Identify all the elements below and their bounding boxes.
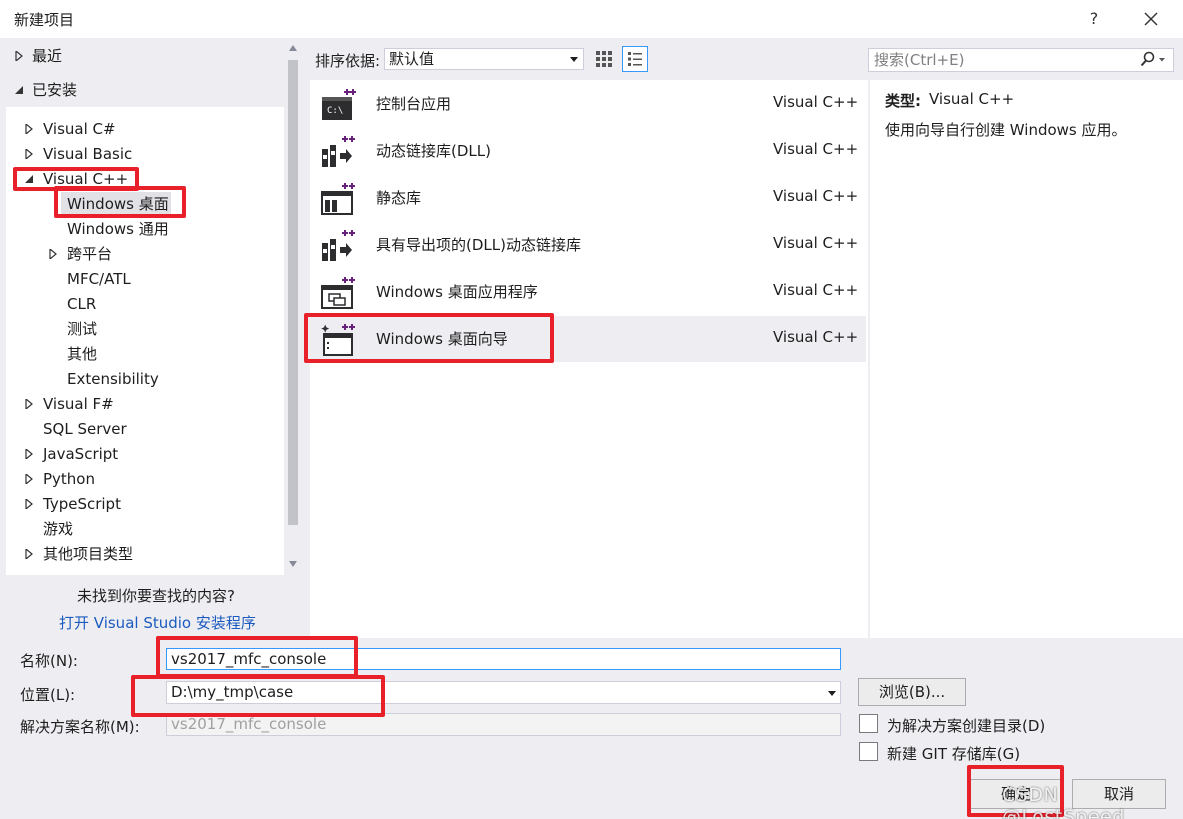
tree-label: Visual C# [43, 120, 116, 138]
tree-label: JavaScript [43, 445, 119, 463]
annotation-box-windows-desktop [54, 186, 186, 218]
open-installer-link[interactable]: 打开 Visual Studio 安装程序 [59, 612, 256, 633]
template-name: 静态库 [376, 189, 422, 207]
git-repo-label[interactable]: 新建 GIT 存储库(G) [887, 743, 1020, 764]
tree-label: 游戏 [43, 520, 74, 538]
collapse-arrow-icon [15, 86, 23, 94]
tree-item-mfc-atl[interactable]: MFC/ATL [67, 267, 131, 291]
tree-label: Visual F# [43, 395, 114, 413]
tree-item-extensibility[interactable]: Extensibility [67, 367, 159, 391]
description-type-label: 类型: [885, 92, 921, 110]
window-title: 新建项目 [14, 11, 75, 29]
template-language: Visual C++ [773, 234, 859, 252]
sort-dropdown[interactable]: 默认值 [384, 48, 584, 70]
scroll-up-icon[interactable] [288, 44, 298, 52]
list-view-button[interactable] [622, 46, 648, 72]
solution-name-value: vs2017_mfc_console [171, 715, 327, 733]
annotation-box-location [131, 675, 385, 717]
watermark: CSDN @LostSpeed [1002, 784, 1125, 819]
tree-label: Python [43, 470, 95, 488]
dropdown-arrow-icon[interactable] [828, 691, 836, 696]
list-view-icon [628, 52, 642, 66]
nav-scroll-thumb[interactable] [288, 60, 298, 525]
template-row-dll-exports[interactable]: 具有导出项的(DLL)动态链接库 Visual C++ [310, 222, 866, 268]
close-button[interactable] [1138, 6, 1164, 32]
annotation-box-desktop-wizard [304, 313, 554, 363]
sort-label: 排序依据: [315, 52, 381, 70]
tree-item-windows-universal[interactable]: Windows 通用 [67, 217, 169, 241]
template-row-desktop-app[interactable]: Windows 桌面应用程序 Visual C++ [310, 269, 866, 315]
grid-view-icon [596, 51, 612, 67]
name-label: 名称(N): [20, 652, 78, 670]
tree-item-clr[interactable]: CLR [67, 292, 96, 316]
dropdown-arrow-icon[interactable] [570, 57, 578, 62]
nav-recent-label: 最近 [32, 47, 63, 65]
template-name: Windows 桌面应用程序 [376, 283, 538, 301]
tree-item-other[interactable]: 其他 [67, 342, 97, 366]
search-button[interactable] [1140, 51, 1165, 69]
help-button[interactable]: ? [1082, 6, 1106, 32]
tree-label: Extensibility [67, 370, 159, 388]
description-panel [870, 80, 1183, 638]
tree-label: 测试 [67, 320, 98, 338]
tree-item-games[interactable]: 游戏 [43, 517, 73, 541]
template-row-static-lib[interactable]: 静态库 Visual C++ [310, 175, 866, 221]
tree-label: MFC/ATL [67, 270, 131, 288]
template-language: Visual C++ [773, 281, 859, 299]
description-type-value: Visual C++ [929, 90, 1015, 108]
expand-arrow-icon [15, 51, 23, 61]
tree-label: Visual Basic [43, 145, 133, 163]
annotation-box-project-name [156, 636, 358, 678]
tree-label: TypeScript [43, 495, 121, 513]
tree-item-test[interactable]: 测试 [67, 317, 97, 341]
static-lib-icon [321, 183, 355, 215]
template-name: 具有导出项的(DLL)动态链接库 [376, 236, 581, 254]
close-icon [1144, 12, 1158, 26]
create-directory-label[interactable]: 为解决方案创建目录(D) [887, 715, 1045, 736]
tree-item-sql-server[interactable]: SQL Server [43, 417, 127, 441]
expand-arrow-icon [25, 549, 33, 559]
expand-arrow-icon [25, 499, 33, 509]
tree-label: CLR [67, 295, 97, 313]
svg-text:C:\: C:\ [327, 106, 343, 116]
sort-value: 默认值 [389, 50, 435, 68]
template-row-dll[interactable]: 动态链接库(DLL) Visual C++ [310, 128, 866, 174]
git-repo-checkbox[interactable] [859, 742, 878, 761]
location-label: 位置(L): [20, 686, 76, 704]
template-name: 动态链接库(DLL) [376, 142, 491, 160]
expand-arrow-icon [25, 474, 33, 484]
not-found-text: 未找到你要查找的内容? [77, 587, 235, 605]
expand-arrow-icon [49, 249, 57, 259]
search-icon [1140, 51, 1165, 67]
expand-arrow-icon [25, 399, 33, 409]
create-directory-checkbox[interactable] [859, 714, 878, 733]
dll-icon [322, 136, 355, 167]
title-bar [0, 0, 1183, 38]
grid-view-button[interactable] [592, 47, 616, 71]
console-app-icon: C:\ [322, 89, 356, 120]
template-row-console-app[interactable]: C:\ 控制台应用 Visual C++ [310, 81, 866, 127]
template-language: Visual C++ [773, 187, 859, 205]
desktop-app-icon [321, 277, 355, 309]
expand-arrow-icon [25, 149, 33, 159]
dll-exports-icon [322, 230, 355, 261]
template-language: Visual C++ [773, 140, 859, 158]
expand-arrow-icon [25, 124, 33, 134]
tree-label: SQL Server [43, 420, 127, 438]
search-input[interactable]: 搜索(Ctrl+E) [868, 48, 1174, 72]
search-placeholder: 搜索(Ctrl+E) [874, 51, 965, 69]
description-text: 使用向导自行创建 Windows 应用。 [885, 121, 1127, 139]
tree-label: 其他项目类型 [43, 545, 134, 563]
tree-label: Windows 通用 [67, 220, 169, 238]
expand-arrow-icon [25, 449, 33, 459]
template-language: Visual C++ [773, 328, 859, 346]
template-name: 控制台应用 [376, 95, 452, 113]
browse-button[interactable]: 浏览(B)... [858, 678, 966, 706]
solution-name-label: 解决方案名称(M): [20, 718, 140, 736]
tree-label: 跨平台 [67, 245, 113, 263]
tree-label: 其他 [67, 345, 98, 363]
nav-installed-label: 已安装 [32, 81, 78, 99]
template-language: Visual C++ [773, 93, 859, 111]
scroll-down-icon[interactable] [288, 560, 298, 568]
